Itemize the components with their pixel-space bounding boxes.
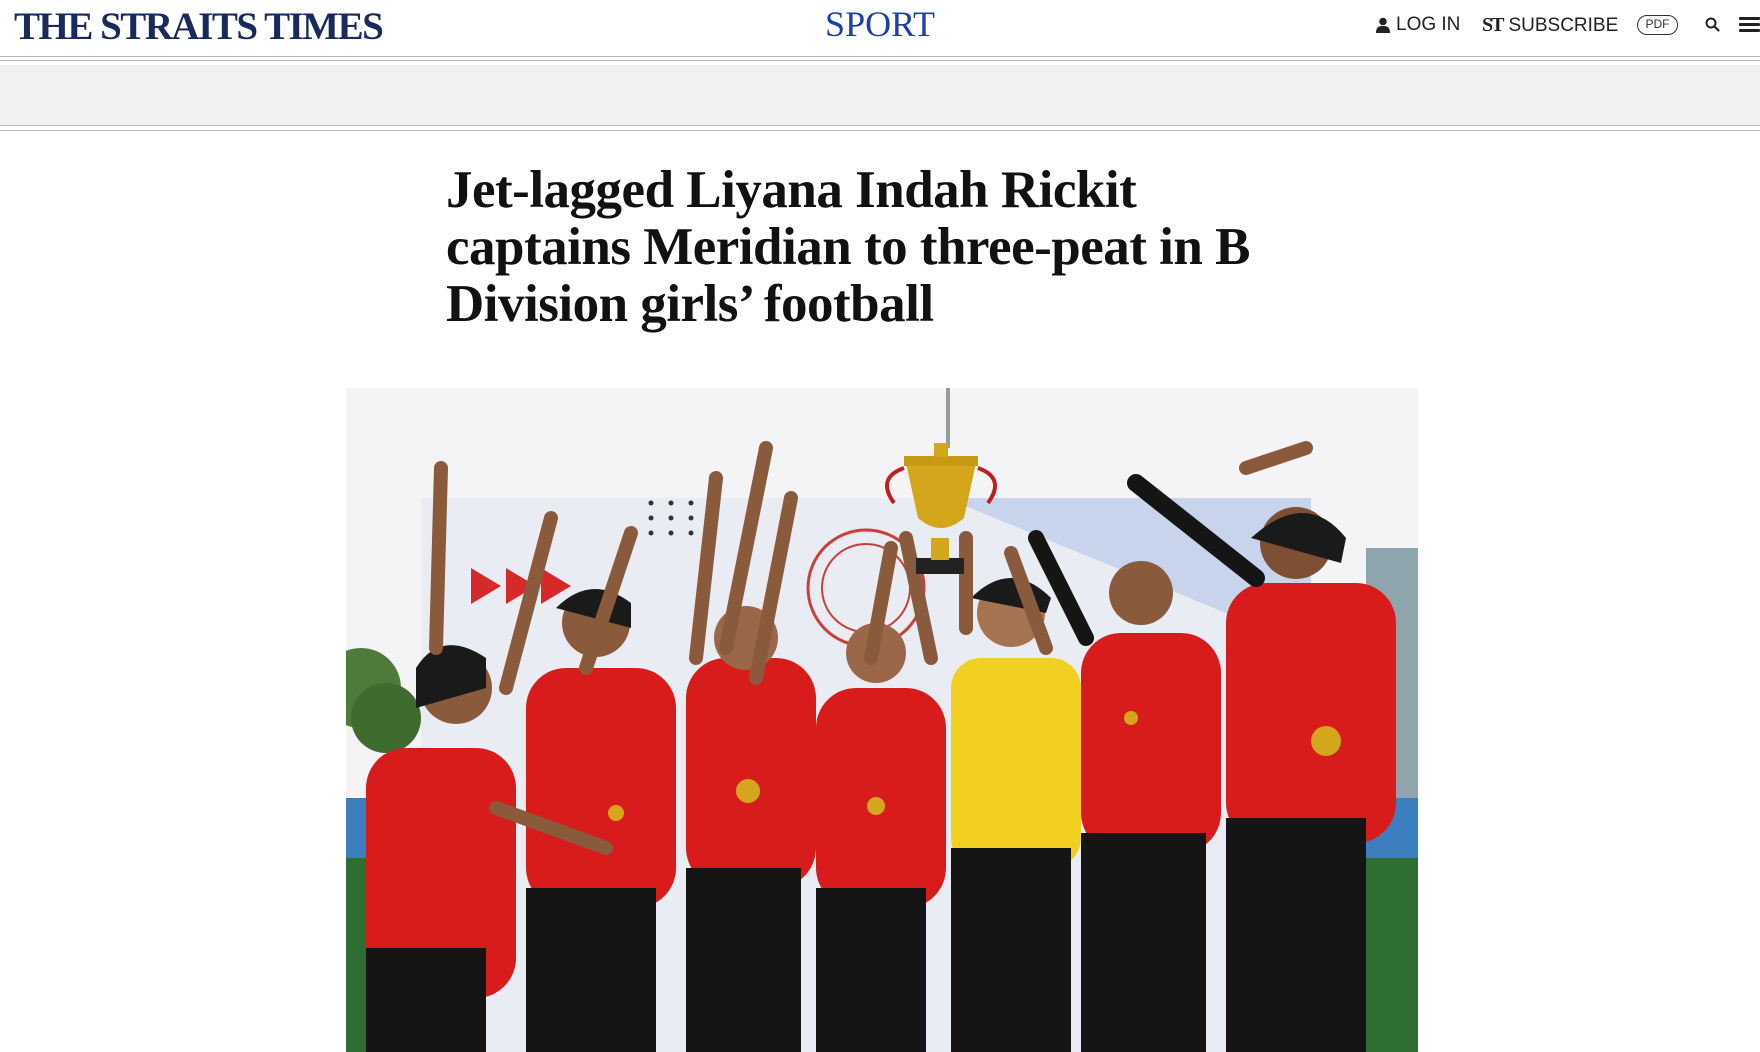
login-link[interactable]: LOG IN — [1376, 14, 1460, 36]
login-label: LOG IN — [1396, 14, 1461, 35]
search-icon — [1705, 17, 1720, 32]
article-headline: Jet-lagged Liyana Indah Rickit captains … — [446, 161, 1250, 333]
article-hero-image[interactable] — [346, 388, 1418, 1052]
hamburger-menu-icon[interactable] — [1739, 17, 1760, 33]
team-celebration-photo — [346, 388, 1418, 1052]
ad-divider — [0, 125, 1760, 126]
subscribe-label: SUBSCRIBE — [1508, 14, 1619, 36]
user-icon — [1376, 17, 1390, 33]
ad-divider — [0, 130, 1760, 131]
ad-banner-placeholder — [0, 65, 1760, 125]
st-mark-icon: ST — [1482, 14, 1505, 36]
header-divider — [0, 56, 1760, 57]
search-button[interactable] — [1704, 16, 1722, 34]
header-divider — [0, 60, 1760, 61]
section-label[interactable]: SPORT — [825, 4, 935, 44]
subscribe-link[interactable]: ST SUBSCRIBE — [1482, 14, 1618, 37]
masthead-logo[interactable]: THE STRAITS TIMES — [14, 4, 384, 49]
pdf-button[interactable]: PDF — [1637, 15, 1678, 35]
header-nav: LOG IN ST SUBSCRIBE PDF — [1200, 12, 1760, 40]
site-header: THE STRAITS TIMES SPORT LOG IN ST SUBSCR… — [0, 0, 1760, 54]
